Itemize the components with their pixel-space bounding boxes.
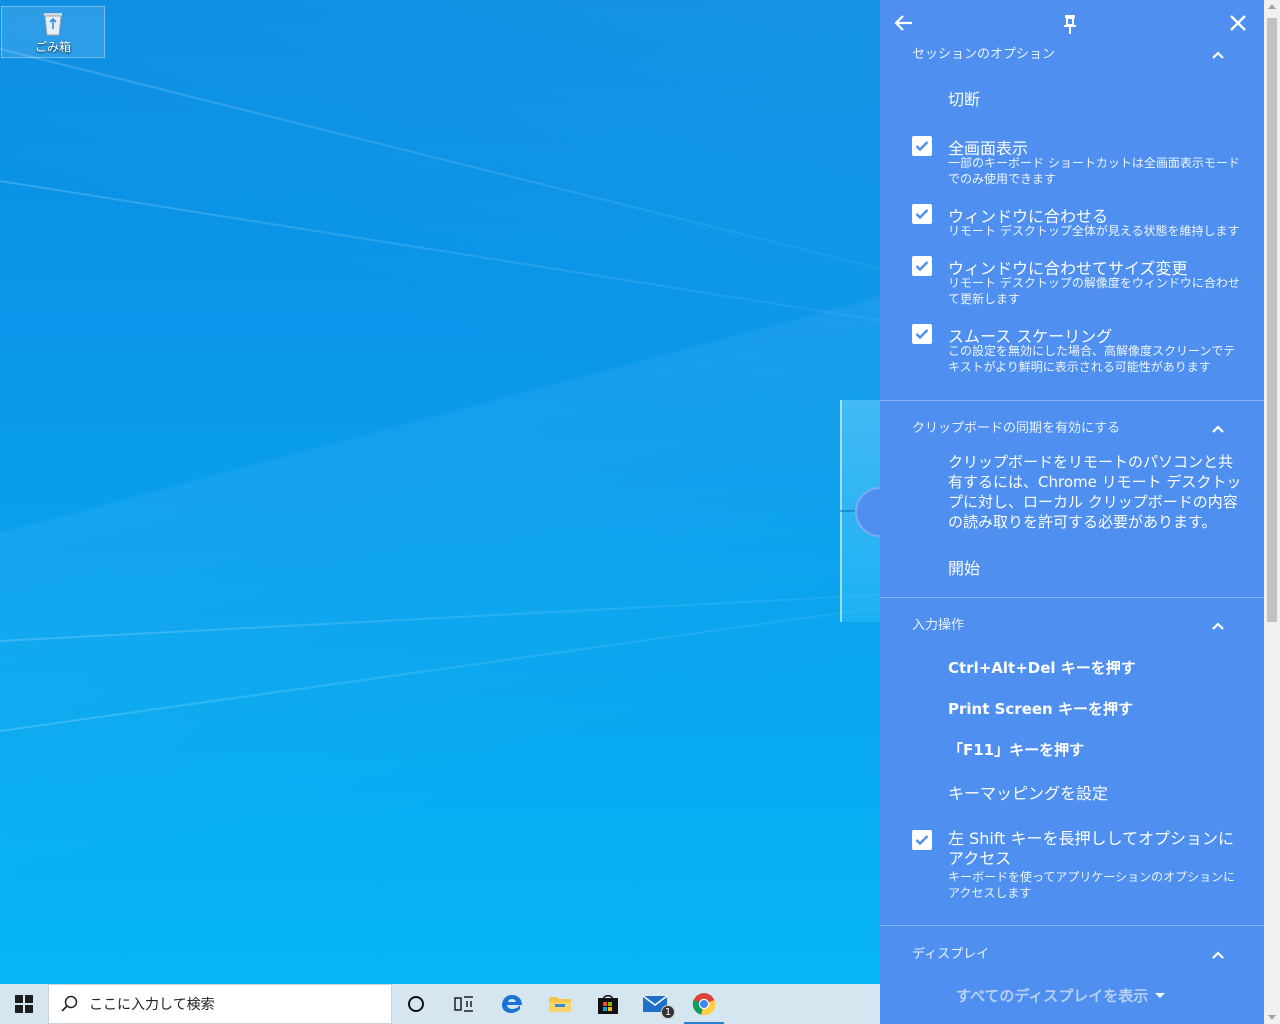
chrome-button[interactable] xyxy=(680,984,728,1024)
display-collapse[interactable] xyxy=(1211,947,1225,966)
store-icon xyxy=(598,994,618,1014)
disconnect-button[interactable]: 切断 xyxy=(948,86,980,110)
file-explorer-button[interactable] xyxy=(536,984,584,1024)
panel-scrollbar[interactable] xyxy=(1264,0,1280,1024)
shift-access-checkbox[interactable] xyxy=(912,830,932,850)
checkmark-icon xyxy=(915,209,929,220)
back-arrow-icon xyxy=(894,15,912,31)
smooth-scaling-checkbox[interactable] xyxy=(912,324,932,344)
clipboard-desc: クリップボードをリモートのパソコンと共有するには、Chrome リモート デスク… xyxy=(948,453,1242,531)
windows-start-icon xyxy=(15,995,33,1013)
section-divider xyxy=(880,925,1264,926)
show-all-displays-label: すべてのディスプレイを表示 xyxy=(956,987,1149,1005)
recycle-bin-shortcut[interactable]: ごみ箱 xyxy=(1,6,105,58)
f11-button[interactable]: 「F11」キーを押す xyxy=(948,739,1084,760)
pin-button[interactable] xyxy=(1061,13,1079,39)
clipboard-title: クリップボードの同期を有効にする xyxy=(912,421,1121,436)
checkmark-icon xyxy=(915,261,929,272)
section-divider xyxy=(880,400,1264,401)
cortana-button[interactable] xyxy=(392,984,440,1024)
chevron-up-icon xyxy=(1212,622,1224,630)
resize-to-window-checkbox[interactable] xyxy=(912,256,932,276)
fit-window-desc: リモート デスクトップ全体が見える状態を維持します xyxy=(948,224,1240,238)
edge-icon xyxy=(502,995,522,1013)
chevron-up-icon xyxy=(1212,951,1224,959)
store-button[interactable] xyxy=(584,984,632,1024)
search-icon xyxy=(61,995,78,1012)
fullscreen-desc: 一部のキーボード ショートカットは全画面表示モードでのみ使用できます xyxy=(948,156,1240,186)
mail-badge: 1 xyxy=(661,1005,675,1019)
print-screen-button[interactable]: Print Screen キーを押す xyxy=(948,698,1133,719)
shift-access-desc: キーボードを使ってアプリケーションのオプションにアクセスします xyxy=(948,870,1236,900)
scrollbar-thumb[interactable] xyxy=(1267,18,1277,622)
start-button[interactable] xyxy=(0,984,48,1024)
smooth-scaling-desc: この設定を無効にした場合、高解像度スクリーンでテキストがより鮮明に表示される可能… xyxy=(948,344,1236,374)
input-collapse[interactable] xyxy=(1211,618,1225,637)
show-all-displays-button[interactable]: すべてのディスプレイを表示 xyxy=(956,985,1166,1006)
dropdown-arrow-icon xyxy=(1155,992,1166,998)
checkmark-icon xyxy=(915,141,929,152)
task-view-icon xyxy=(454,996,473,1012)
recycle-bin-icon xyxy=(41,10,65,36)
close-icon xyxy=(1230,15,1246,31)
scroll-up-arrow-icon[interactable] xyxy=(1268,4,1276,9)
options-panel: セッションのオプション 切断 全画面表示 一部のキーボード ショートカットは全画… xyxy=(880,0,1264,1024)
checkmark-icon xyxy=(915,835,929,846)
input-title: 入力操作 xyxy=(912,618,965,633)
scroll-down-arrow-icon[interactable] xyxy=(1268,1015,1276,1020)
fit-window-checkbox[interactable] xyxy=(912,204,932,224)
edge-button[interactable] xyxy=(488,984,536,1024)
session-options-title: セッションのオプション xyxy=(912,47,1056,62)
clipboard-collapse[interactable] xyxy=(1211,421,1225,440)
display-title: ディスプレイ xyxy=(912,947,990,962)
fullscreen-checkbox[interactable] xyxy=(912,136,932,156)
key-mapping-button[interactable]: キーマッピングを設定 xyxy=(948,780,1108,804)
cortana-icon xyxy=(408,996,424,1012)
search-placeholder: ここに入力して検索 xyxy=(89,997,215,1013)
checkmark-icon xyxy=(915,329,929,340)
section-divider xyxy=(880,597,1264,598)
clipboard-start-button[interactable]: 開始 xyxy=(948,555,980,579)
taskbar-search-box[interactable]: ここに入力して検索 xyxy=(48,984,392,1024)
pin-icon xyxy=(1064,15,1076,34)
close-button[interactable] xyxy=(1229,14,1247,36)
chevron-up-icon xyxy=(1212,425,1224,433)
file-explorer-icon xyxy=(549,997,571,1012)
session-options-collapse[interactable] xyxy=(1211,47,1225,66)
resize-to-window-desc: リモート デスクトップの解像度をウィンドウに合わせて更新します xyxy=(948,276,1240,306)
recycle-bin-label: ごみ箱 xyxy=(34,40,71,54)
task-view-button[interactable] xyxy=(440,984,488,1024)
chrome-icon xyxy=(692,993,716,1016)
shift-access-label: 左 Shift キーを長押ししてオプションにアクセス xyxy=(948,829,1235,868)
chevron-up-icon xyxy=(1212,51,1224,59)
ctrl-alt-del-button[interactable]: Ctrl+Alt+Del キーを押す xyxy=(948,657,1136,678)
back-button[interactable] xyxy=(894,13,914,37)
mail-button[interactable]: 1 xyxy=(632,984,680,1024)
